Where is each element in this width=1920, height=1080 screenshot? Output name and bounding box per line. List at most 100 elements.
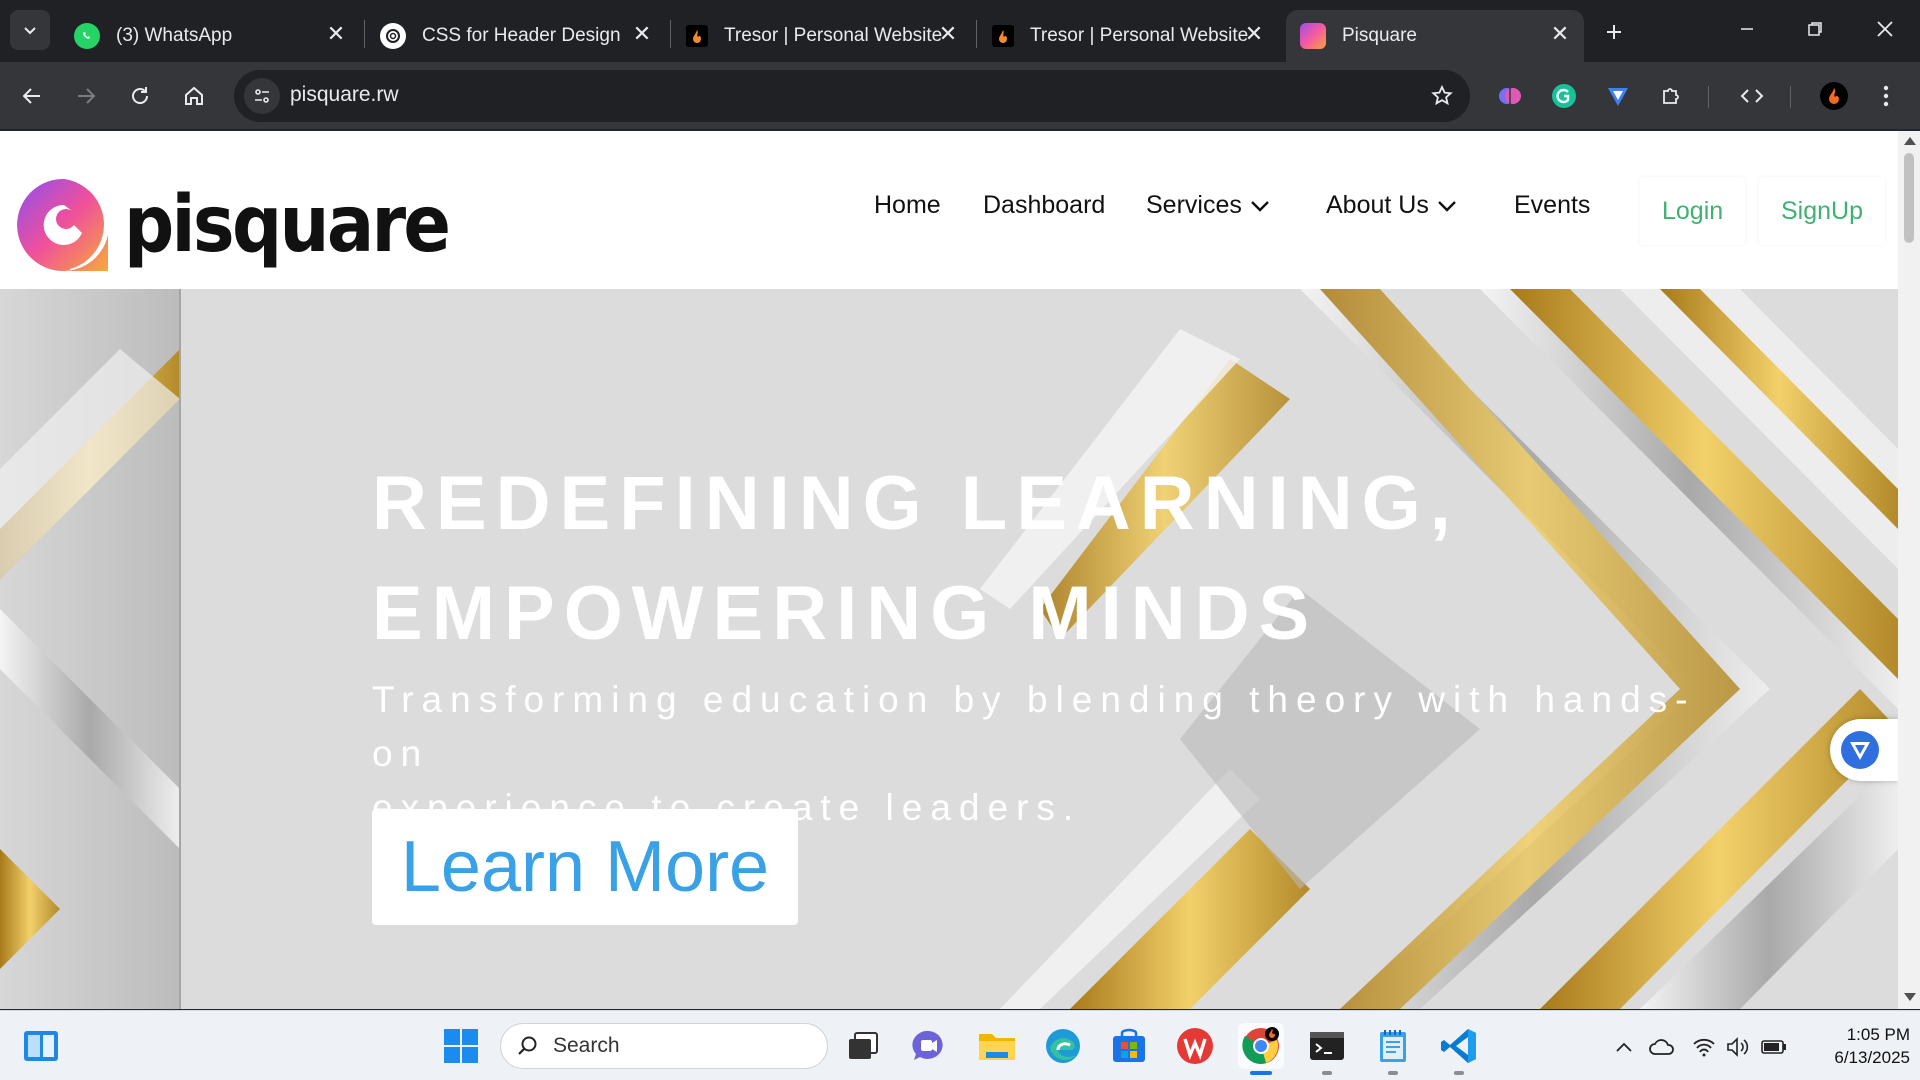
chatgpt-icon	[380, 23, 406, 49]
new-tab-button[interactable]	[1596, 14, 1632, 50]
extension-vpn[interactable]	[1600, 78, 1636, 114]
tab-tresor-2[interactable]: Tresor | Personal Website ✕	[978, 10, 1278, 62]
battery-button[interactable]	[1760, 1033, 1788, 1061]
task-view-button[interactable]	[840, 1023, 886, 1069]
chevron-down-icon	[24, 27, 36, 35]
show-hidden-icons-button[interactable]	[1610, 1033, 1638, 1061]
tab-title: CSS for Header Design	[422, 25, 621, 46]
notepad-button[interactable]	[1370, 1023, 1416, 1075]
brain-icon	[1499, 88, 1521, 104]
tresor-icon	[686, 25, 708, 47]
bookmark-button[interactable]	[1428, 82, 1456, 110]
arrow-right-icon	[78, 88, 96, 104]
grammarly-icon	[1552, 84, 1576, 108]
nav-home-label: Home	[874, 191, 941, 219]
tab-whatsapp[interactable]: (3) WhatsApp ✕	[60, 10, 360, 62]
onedrive-button[interactable]	[1648, 1033, 1676, 1061]
close-tab-icon[interactable]: ✕	[936, 21, 960, 46]
url-text[interactable]: pisquare.rw	[290, 83, 399, 107]
tab-title: (3) WhatsApp	[116, 25, 233, 46]
home-button[interactable]	[176, 78, 212, 114]
close-window-button[interactable]	[1852, 0, 1918, 58]
windows-icon	[444, 1029, 478, 1063]
back-button[interactable]	[14, 78, 50, 114]
menu-button[interactable]	[1868, 78, 1904, 114]
battery-icon	[1761, 1040, 1786, 1054]
wps-icon	[1177, 1028, 1213, 1064]
chrome-button[interactable]	[1238, 1023, 1284, 1075]
nav-about-us[interactable]: About Us	[1326, 191, 1457, 220]
hero-section: REDEFINING LEARNING, EMPOWERING MINDS Tr…	[0, 289, 1898, 1009]
close-tab-icon[interactable]: ✕	[630, 21, 654, 46]
extensions-button[interactable]	[1654, 78, 1690, 114]
scroll-thumb[interactable]	[1904, 153, 1914, 243]
pisquare-icon	[1300, 23, 1326, 49]
extension-brain[interactable]	[1492, 78, 1528, 114]
terminal-button[interactable]	[1304, 1023, 1350, 1075]
volume-button[interactable]	[1724, 1033, 1752, 1061]
teams-button[interactable]	[906, 1023, 952, 1069]
folder-icon	[979, 1034, 1015, 1060]
nav-home[interactable]: Home	[874, 191, 941, 220]
page-scrollbar[interactable]	[1898, 131, 1920, 1009]
wifi-icon	[1693, 1038, 1715, 1057]
puzzle-icon	[1663, 88, 1679, 104]
tab-pisquare[interactable]: Pisquare ✕	[1286, 10, 1584, 62]
system-clock[interactable]: 1:05 PM 6/13/2025	[1800, 1023, 1910, 1069]
login-button[interactable]: Login	[1640, 177, 1746, 245]
scroll-down-arrow-icon[interactable]	[1904, 993, 1916, 1001]
vpn-shield-icon	[1841, 731, 1879, 769]
devtools-button[interactable]	[1734, 78, 1770, 114]
site-info-button[interactable]	[244, 78, 280, 114]
hero-title: REDEFINING LEARNING, EMPOWERING MINDS	[372, 449, 1672, 669]
running-indicator	[1454, 1071, 1464, 1075]
profile-button[interactable]	[1816, 78, 1852, 114]
close-tab-icon[interactable]: ✕	[1548, 21, 1572, 46]
taskbar-search[interactable]: Search	[500, 1023, 828, 1069]
file-explorer-button[interactable]	[974, 1023, 1020, 1069]
pisquare-logo-icon	[17, 178, 108, 271]
signup-button[interactable]: SignUp	[1759, 177, 1885, 245]
plus-icon	[1607, 25, 1621, 39]
cloud-icon	[1649, 1039, 1674, 1055]
tab-title: Tresor | Personal Website	[724, 25, 943, 46]
site-logo[interactable]: pisquare	[14, 175, 484, 275]
microsoft-store-button[interactable]	[1106, 1023, 1152, 1069]
avatar	[1820, 82, 1848, 110]
close-tab-icon[interactable]: ✕	[324, 21, 348, 46]
floating-extension-button[interactable]	[1830, 719, 1898, 781]
clock-date: 6/13/2025	[1834, 1048, 1910, 1067]
reload-button[interactable]	[122, 78, 158, 114]
site-header: pisquare Home Dashboard Services About U…	[0, 131, 1898, 289]
task-view-icon	[849, 1032, 878, 1059]
edge-button[interactable]	[1040, 1023, 1086, 1069]
start-button[interactable]	[438, 1023, 484, 1069]
toolbar-divider	[1708, 86, 1709, 108]
widgets-icon	[24, 1031, 58, 1061]
minimize-button[interactable]	[1714, 0, 1780, 58]
tab-separator	[670, 20, 671, 48]
tab-css-header-design[interactable]: CSS for Header Design ✕	[366, 10, 666, 62]
vscode-icon	[1441, 1029, 1476, 1063]
learn-more-button[interactable]: Learn More	[372, 809, 798, 925]
forward-button[interactable]	[68, 78, 104, 114]
tab-search-button[interactable]	[10, 10, 50, 50]
nav-events[interactable]: Events	[1514, 191, 1590, 220]
nav-services[interactable]: Services	[1146, 191, 1270, 220]
vscode-button[interactable]	[1436, 1023, 1482, 1075]
address-bar[interactable]: pisquare.rw	[234, 70, 1470, 122]
widgets-button[interactable]	[18, 1023, 64, 1069]
restore-button[interactable]	[1782, 0, 1848, 58]
browser-toolbar: pisquare.rw	[0, 62, 1920, 130]
nav-dashboard[interactable]: Dashboard	[983, 191, 1105, 220]
scroll-up-arrow-icon[interactable]	[1904, 137, 1916, 145]
page-viewport: pisquare Home Dashboard Services About U…	[0, 131, 1898, 1009]
nav-dashboard-label: Dashboard	[983, 191, 1106, 219]
wps-office-button[interactable]	[1172, 1023, 1218, 1069]
tab-title: Pisquare	[1342, 25, 1417, 46]
extension-grammarly[interactable]	[1546, 78, 1582, 114]
close-tab-icon[interactable]: ✕	[1242, 21, 1266, 46]
tab-tresor-1[interactable]: Tresor | Personal Website ✕	[672, 10, 972, 62]
kebab-menu-icon	[1883, 85, 1889, 107]
wifi-button[interactable]	[1690, 1033, 1718, 1061]
